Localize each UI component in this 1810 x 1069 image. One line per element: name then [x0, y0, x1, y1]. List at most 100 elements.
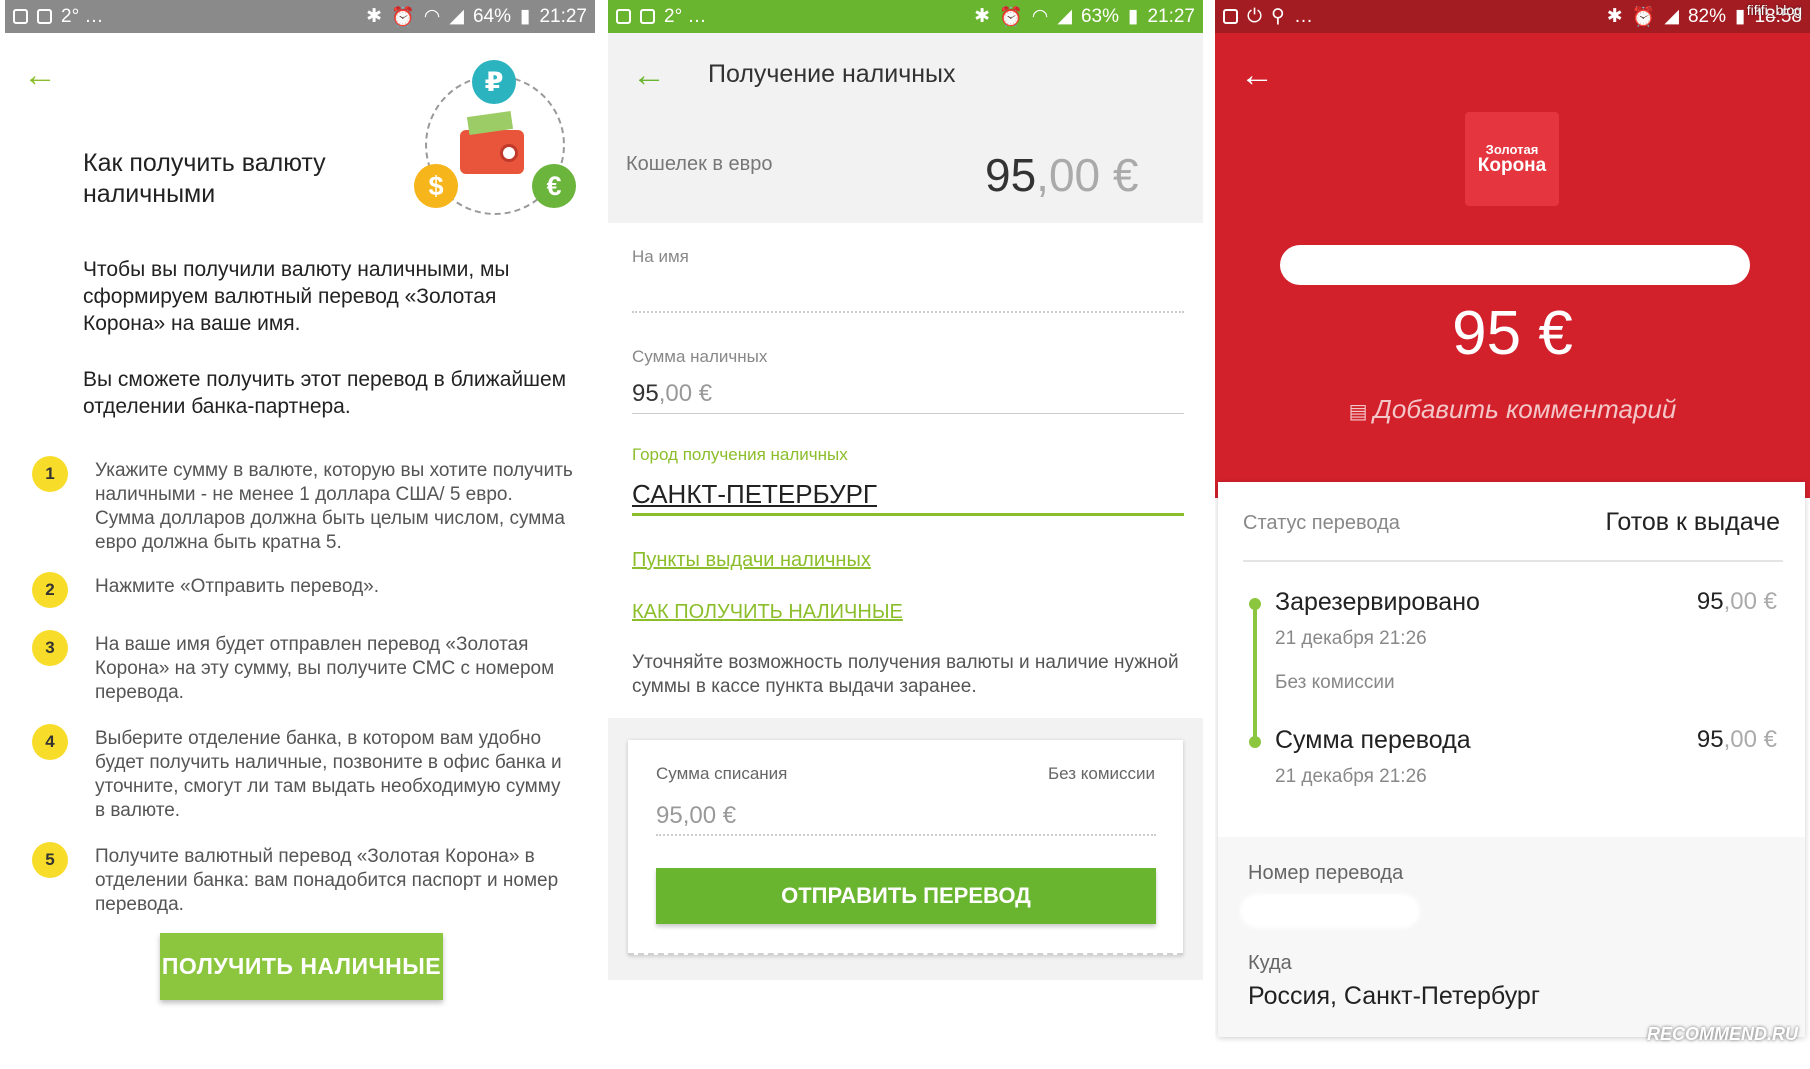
cash-sum-underline: [632, 413, 1184, 414]
destination-label: Куда: [1248, 952, 1292, 974]
battery-icon: ▮: [1734, 6, 1746, 27]
status-left: 2° …: [13, 6, 103, 28]
recipient-name-field[interactable]: [632, 311, 1184, 313]
dollar-coin-icon: $: [414, 164, 458, 208]
city-field[interactable]: САНКТ-ПЕТЕРБУРГ: [632, 479, 877, 510]
status-right: ✱ ⏰ ◠ ◢ 64% ▮ 21:27: [366, 5, 587, 29]
battery-percent: 82%: [1687, 5, 1726, 27]
notification-icon: [640, 9, 655, 24]
event-reserved-amount: 95,00 €: [1697, 588, 1777, 616]
step-text: Нажмите «Отправить перевод».: [95, 576, 380, 597]
watermark-blog: fififi_blog: [1746, 2, 1802, 18]
cash-points-link[interactable]: Пункты выдачи наличных: [632, 549, 871, 572]
wallet-icon: [460, 130, 524, 174]
debit-sum-label: Сумма списания: [656, 764, 788, 783]
wallet-label: Кошелек в евро: [626, 153, 773, 175]
status-value: Готов к выдаче: [1605, 508, 1780, 536]
cash-sum-int: 95: [632, 380, 659, 407]
status-left: ⏻ ⚲ …: [1223, 5, 1313, 28]
transfer-amount: 95 €: [1452, 299, 1573, 368]
battery-percent: 64%: [472, 5, 511, 27]
cash-sum-label: Сумма наличных: [632, 347, 768, 366]
status-right: ✱ ⏰ ◠ ◢ 63% ▮ 21:27: [974, 5, 1195, 29]
destination-value: Россия, Санкт-Петербург: [1248, 982, 1540, 1010]
signal-icon: ◢: [449, 6, 464, 27]
event-amount-dec: ,00 €: [1723, 726, 1777, 753]
battery-icon: ▮: [1127, 6, 1139, 27]
cash-sum-field[interactable]: 95,00 €: [632, 380, 712, 408]
battery-icon: ▮: [519, 6, 531, 27]
bluetooth-icon: ✱: [974, 6, 991, 27]
event-sum-title: Сумма перевода: [1275, 726, 1471, 754]
transfer-number-label: Номер перевода: [1248, 862, 1404, 884]
bluetooth-icon: ✱: [366, 6, 383, 27]
withdrawal-form: На имя Сумма наличных 95,00 € Город полу…: [608, 223, 1203, 718]
bluetooth-icon: ✱: [1606, 6, 1623, 27]
signal-icon: ◢: [1057, 6, 1072, 27]
transfer-details-card: Статус перевода Готов к выдаче Зарезерви…: [1218, 482, 1805, 1037]
step-text: На ваше имя будет отправлен перевод «Зол…: [95, 634, 555, 703]
back-arrow-icon[interactable]: ←: [1240, 58, 1274, 92]
recipient-name-label: На имя: [632, 247, 689, 266]
step-number-badge: 5: [32, 842, 68, 878]
page-title: Получение наличных: [708, 60, 956, 88]
city-label: Город получения наличных: [632, 445, 848, 464]
event-reserved-title: Зарезервировано: [1275, 588, 1480, 616]
event-reserved-note: Без комиссии: [1275, 672, 1395, 693]
availability-note: Уточняйте возможность получения валюты и…: [632, 652, 1179, 697]
panel-how-to-get-cash: 2° … ✱ ⏰ ◠ ◢ 64% ▮ 21:27 ← ₽ $ € Как пол…: [5, 0, 595, 1069]
event-amount-int: 95: [1696, 588, 1724, 615]
page-title: Как получить валюту наличными: [83, 149, 326, 208]
step-number-badge: 3: [32, 630, 68, 666]
timeline-dot: [1249, 598, 1261, 610]
event-sum-date: 21 декабря 21:26: [1275, 766, 1427, 787]
recommend-watermark: RECOMMEND.RU: [1647, 1024, 1798, 1044]
city-underline: [632, 513, 1184, 516]
timeline-line: [1253, 604, 1257, 742]
timeline-dot: [1249, 736, 1261, 748]
step-text: Получите валютный перевод «Золотая Корон…: [95, 846, 559, 915]
status-bar: 2° … ✱ ⏰ ◠ ◢ 63% ▮ 21:27: [608, 0, 1203, 33]
gallery-icon: [616, 9, 631, 24]
signal-icon: ◢: [1664, 6, 1679, 27]
alarm-icon: ⏰: [391, 6, 415, 28]
step-number-badge: 2: [32, 572, 68, 608]
debit-sum-underline: [656, 834, 1156, 836]
commission-label: Без комиссии: [1047, 764, 1155, 783]
bottom-area: [608, 980, 1203, 1069]
wifi-icon: ◠: [423, 6, 441, 27]
event-amount-dec: ,00 €: [1723, 588, 1777, 615]
debit-sum-value: 95,00 €: [656, 802, 737, 829]
status-left-text: 2° …: [61, 5, 104, 27]
comment-icon: ▤: [1348, 401, 1368, 423]
app-icon: [1223, 9, 1238, 24]
cash-sum-dec: ,00 €: [658, 380, 713, 407]
how-to-get-cash-link[interactable]: КАК ПОЛУЧИТЬ НАЛИЧНЫЕ: [632, 601, 903, 624]
redacted-recipient-name: [1280, 245, 1750, 285]
ruble-coin-icon: ₽: [472, 60, 516, 104]
back-arrow-icon[interactable]: ←: [23, 58, 57, 92]
step-number-badge: 4: [32, 724, 68, 760]
back-arrow-icon[interactable]: ←: [632, 58, 666, 92]
step-text: Выберите отделение банка, в котором вам …: [95, 728, 562, 821]
wifi-icon: ◠: [1031, 6, 1049, 27]
logo-line-2: Корона: [1477, 155, 1547, 176]
add-comment-label: Добавить комментарий: [1373, 394, 1677, 424]
zolotaya-korona-logo: Золотая Корона: [1465, 112, 1559, 206]
step-text: Укажите сумму в валюте, которую вы хотит…: [95, 460, 573, 553]
status-left-text: …: [1293, 5, 1313, 27]
intro-text: Чтобы вы получили валюту наличными, мы с…: [83, 258, 510, 335]
intro-text-2: Вы сможете получить этот перевод в ближа…: [83, 368, 567, 418]
currency-illustration: ₽ $ €: [410, 60, 580, 220]
wallet-balance: 95,00 €: [985, 148, 1138, 202]
send-transfer-button[interactable]: ОТПРАВИТЬ ПЕРЕВОД: [656, 868, 1156, 924]
get-cash-button[interactable]: ПОЛУЧИТЬ НАЛИЧНЫЕ: [160, 933, 443, 1000]
search-icon: ⚲: [1271, 6, 1285, 27]
add-comment-link[interactable]: ▤ Добавить комментарий: [1215, 394, 1810, 425]
panel-transfer-status: ⏻ ⚲ … ✱ ⏰ ◢ 82% ▮ 18:58 fififi_blog ← Зо…: [1215, 0, 1810, 1069]
clock: 21:27: [539, 5, 587, 27]
status-bar: ⏻ ⚲ … ✱ ⏰ ◢ 82% ▮ 18:58: [1215, 0, 1810, 33]
redacted-transfer-number: [1240, 894, 1420, 928]
alarm-icon: ⏰: [1631, 6, 1656, 28]
notification-icon: [37, 9, 52, 24]
